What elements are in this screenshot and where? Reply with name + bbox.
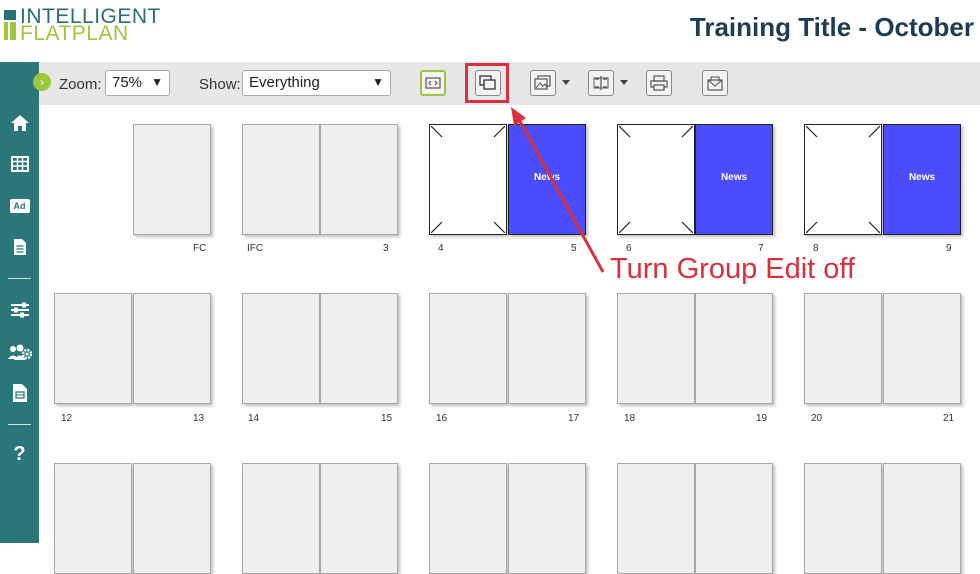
sidebar-divider <box>8 424 31 425</box>
document-icon[interactable] <box>0 232 39 262</box>
page-thumbnail[interactable] <box>617 463 695 574</box>
news-label: News <box>533 172 561 183</box>
page-thumbnail-19[interactable] <box>695 293 773 404</box>
page-number: 19 <box>756 413 768 424</box>
page-number: 12 <box>61 413 73 424</box>
zoom-label: Zoom: <box>59 76 102 93</box>
column-dropdown-caret-icon[interactable] <box>620 80 628 85</box>
sidebar: Ad ? <box>0 62 39 543</box>
page-thumbnail[interactable] <box>242 463 320 574</box>
toolbar: › Zoom: 75% ▼ Show: Everything ▼ <box>33 62 980 105</box>
page-thumbnail-16[interactable] <box>429 293 507 404</box>
page-thumbnail-15[interactable] <box>320 293 398 404</box>
image-icon <box>534 75 551 90</box>
column-tool-button[interactable] <box>588 70 614 96</box>
printer-icon <box>650 75 668 91</box>
news-label: News <box>908 172 936 183</box>
email-button[interactable] <box>702 70 728 96</box>
intelligent-flatplan-logo[interactable]: INTELLIGENT FLATPLAN <box>4 6 204 45</box>
page-thumbnail-fc[interactable] <box>133 124 211 235</box>
news-label: News <box>720 172 748 183</box>
page-title: Training Title - October <box>689 12 974 42</box>
grid-icon[interactable] <box>0 149 39 179</box>
users-gear-icon[interactable] <box>0 337 39 367</box>
zoom-select[interactable]: 75% ▼ <box>105 70 170 96</box>
page-number: 17 <box>568 413 580 424</box>
help-icon[interactable]: ? <box>0 439 39 469</box>
ad-icon[interactable]: Ad <box>0 191 39 221</box>
show-value: Everything <box>249 74 320 91</box>
envelope-icon <box>707 76 723 91</box>
group-edit-highlight-box <box>465 63 509 103</box>
page-thumbnail-12[interactable] <box>54 293 132 404</box>
image-dropdown-caret-icon[interactable] <box>562 80 570 85</box>
logo-mark-icon <box>4 10 16 40</box>
page-number: 5 <box>571 243 577 254</box>
expand-chevron-icon[interactable]: › <box>33 73 51 91</box>
page-thumbnail[interactable] <box>320 463 398 574</box>
page-thumbnail[interactable] <box>883 463 961 574</box>
page-number: 21 <box>943 413 955 424</box>
page-thumbnail-8[interactable] <box>804 124 882 235</box>
page-number: 18 <box>624 413 636 424</box>
page-thumbnail[interactable] <box>508 463 586 574</box>
page-thumbnail-18[interactable] <box>617 293 695 404</box>
page-number: 14 <box>248 413 260 424</box>
page-thumbnail[interactable] <box>695 463 773 574</box>
page-thumbnail[interactable] <box>133 463 211 574</box>
chevron-down-icon: ▼ <box>151 75 163 89</box>
chevron-down-icon: ▼ <box>372 75 384 89</box>
report-icon[interactable] <box>0 378 39 408</box>
page-thumbnail-4[interactable] <box>429 124 507 235</box>
zoom-value: 75% <box>112 74 143 91</box>
page-thumbnail-14[interactable] <box>242 293 320 404</box>
page-thumbnail-3[interactable] <box>320 124 398 235</box>
page-number: IFC <box>247 243 264 254</box>
page-thumbnail-20[interactable] <box>804 293 882 404</box>
page-number: 15 <box>381 413 393 424</box>
spread-view-button[interactable] <box>420 70 446 96</box>
annotation-text: Turn Group Edit off <box>610 253 856 285</box>
show-label: Show: <box>199 76 241 93</box>
app-header: INTELLIGENT FLATPLAN Training Title - Oc… <box>0 0 980 62</box>
show-select[interactable]: Everything ▼ <box>242 70 391 96</box>
page-thumbnail-6[interactable] <box>617 124 695 235</box>
ad-icon-label: Ad <box>9 199 30 213</box>
sidebar-divider <box>8 278 31 279</box>
page-thumbnail-7[interactable]: News <box>695 124 773 235</box>
page-thumbnail-9[interactable]: News <box>883 124 961 235</box>
page-thumbnail[interactable] <box>429 463 507 574</box>
page-thumbnail-17[interactable] <box>508 293 586 404</box>
page-number: 4 <box>438 243 444 254</box>
home-icon[interactable] <box>0 108 39 138</box>
page-number: 16 <box>436 413 448 424</box>
spread-view-icon <box>425 77 441 89</box>
logo-line2: FLATPLAN <box>20 22 129 45</box>
page-thumbnail-5[interactable]: News <box>508 124 586 235</box>
page-number: FC <box>193 243 207 254</box>
page-thumbnail-21[interactable] <box>883 293 961 404</box>
page-number: 13 <box>193 413 205 424</box>
print-button[interactable] <box>646 70 672 96</box>
page-thumbnail-ifc[interactable] <box>242 124 320 235</box>
page-number: 20 <box>811 413 823 424</box>
page-number: 3 <box>383 243 389 254</box>
page-number: 9 <box>946 243 952 254</box>
page-thumbnail-13[interactable] <box>133 293 211 404</box>
page-thumbnail[interactable] <box>54 463 132 574</box>
image-tool-button[interactable] <box>530 70 556 96</box>
sliders-icon[interactable] <box>0 295 39 325</box>
page-thumbnail[interactable] <box>804 463 882 574</box>
columns-icon <box>593 76 609 90</box>
